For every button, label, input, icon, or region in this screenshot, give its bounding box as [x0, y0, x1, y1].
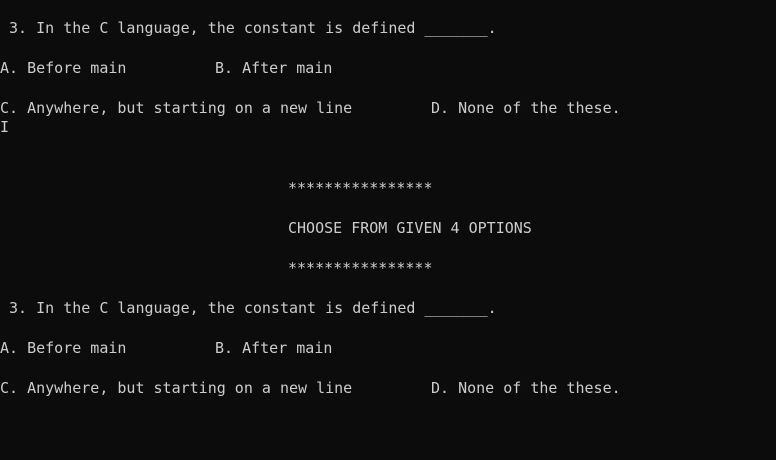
question-text-1: 3. In the C language, the constant is de…: [0, 19, 497, 37]
option-c-2: C. Anywhere, but starting on a new line: [0, 379, 353, 397]
option-b-1: B. After main: [215, 59, 333, 77]
banner-title: CHOOSE FROM GIVEN 4 OPTIONS: [288, 219, 532, 237]
option-a-1: A. Before main: [0, 59, 127, 77]
option-d-2: D. None of the these.: [431, 379, 621, 397]
console-window[interactable]: 3. In the C language, the constant is de…: [0, 0, 776, 405]
banner-stars-top: ****************: [288, 179, 433, 197]
option-a-2: A. Before main: [0, 339, 127, 357]
option-d-1: D. None of the these.: [431, 99, 621, 117]
banner-stars-bottom: ****************: [288, 259, 433, 277]
question-text-2: 3. In the C language, the constant is de…: [0, 299, 497, 317]
option-c-1: C. Anywhere, but starting on a new line: [0, 99, 353, 117]
text-cursor-icon: I: [0, 118, 10, 136]
option-b-2: B. After main: [215, 339, 333, 357]
